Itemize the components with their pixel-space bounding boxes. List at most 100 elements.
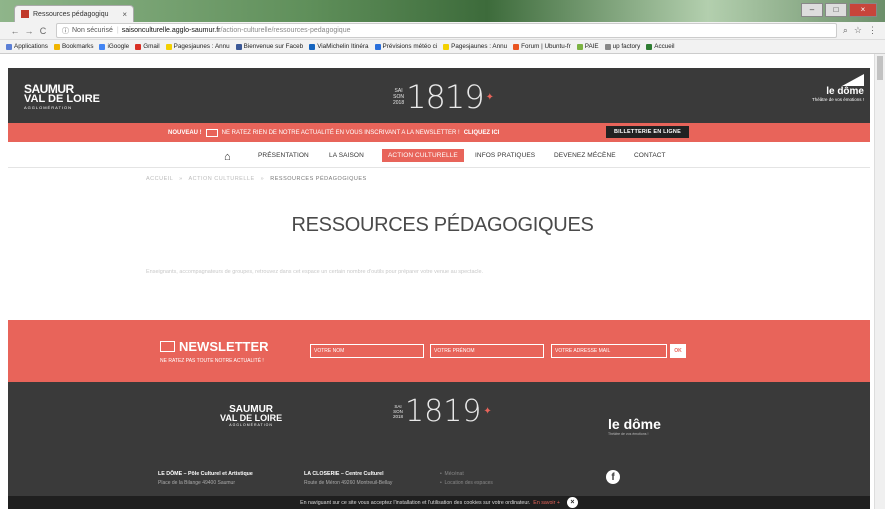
footer-saumur-logo[interactable]: SAUMUR VAL DE LOIRE AGGLOMÉRATION	[220, 404, 282, 427]
url-host: saisonculturelle.agglo-saumur.fr	[121, 27, 221, 34]
bookmark-icon	[309, 43, 316, 50]
bookmark-item[interactable]: Gmail	[135, 43, 160, 50]
bookmark-item[interactable]: PAIE	[576, 43, 599, 50]
footer-season-numbers: 1819	[405, 394, 482, 429]
breadcrumb-separator: »	[260, 176, 265, 182]
bookmark-label: Gmail	[143, 43, 160, 50]
bookmark-item[interactable]: Forum | Ubuntu-fr	[513, 43, 571, 50]
tab-title: Ressources pédagogiqu	[33, 10, 109, 18]
nav-item-contact[interactable]: CONTACT	[634, 152, 666, 159]
browser-titlebar: Ressources pédagogiqu × – □ ×	[0, 0, 885, 22]
bookmark-item[interactable]: ViaMichelin Itinéra	[309, 43, 369, 50]
newsletter-email-input[interactable]: VOTRE ADRESSE MAIL	[551, 344, 667, 358]
bookmark-label: Bienvenue sur Faceb	[243, 43, 304, 50]
announcement-text: NE RATEZ RIEN DE NOTRE ACTUALITÉ EN VOUS…	[221, 129, 460, 136]
bookmark-item[interactable]: Pagesjaunes : Annu	[443, 43, 507, 50]
bookmark-item[interactable]: Accueil	[646, 43, 675, 50]
footer-dome-name: le dôme	[608, 416, 661, 432]
bookmark-icon	[604, 43, 611, 50]
site-header: SAUMUR VAL DE LOIRE AGGLOMÉRATION SAI SO…	[8, 68, 870, 123]
info-icon[interactable]: ⓘ	[62, 26, 69, 36]
newsletter-section: NEWSLETTER NE RATEZ PAS TOUTE NOTRE ACTU…	[8, 320, 870, 382]
saumur-logo[interactable]: SAUMUR VAL DE LOIRE AGGLOMÉRATION	[24, 82, 100, 110]
bookmark-label: iGoogle	[107, 43, 130, 50]
cookie-close-icon[interactable]: ×	[566, 497, 578, 508]
minimize-button[interactable]: –	[801, 3, 823, 17]
footer-saumur-line2: VAL DE LOIRE	[220, 413, 283, 423]
address-bar: ← → C ⓘ Non sécurisé | saisonculturelle.…	[0, 22, 885, 40]
menu-icon[interactable]: ⋮	[868, 25, 877, 36]
facebook-icon[interactable]: f	[606, 470, 620, 484]
page-scrollbar[interactable]	[874, 54, 885, 509]
breadcrumb-parent[interactable]: ACTION CULTURELLE	[188, 176, 254, 182]
season-logo[interactable]: SAI SON 2018 1819 ✦	[393, 78, 494, 116]
announcement-cta-link[interactable]: CLIQUEZ ICI	[464, 130, 500, 136]
bookmark-item[interactable]: Prévisions météo ci	[374, 43, 438, 50]
scrollbar-thumb[interactable]	[877, 56, 883, 80]
nav-divider	[8, 167, 870, 168]
reload-button[interactable]: C	[36, 26, 50, 36]
bookmark-item[interactable]: Pagesjaunes : Annu	[165, 43, 230, 50]
bookmark-icon	[443, 43, 450, 50]
bookmark-icon	[235, 43, 242, 50]
newsletter-name-input[interactable]: VOTRE NOM	[310, 344, 424, 358]
close-window-button[interactable]: ×	[849, 3, 877, 17]
footer-season-small: SAI SON 2018	[393, 404, 403, 419]
saumur-logo-line3: AGGLOMÉRATION	[24, 105, 73, 110]
nav-item-devenez-mecene[interactable]: DEVENEZ MÉCÈNE	[554, 152, 616, 159]
footer-link-mecenat[interactable]: • Mécénat	[440, 470, 493, 479]
cookie-text: En naviguant sur ce site vous acceptez l…	[300, 499, 531, 506]
back-button[interactable]: ←	[8, 26, 22, 36]
url-input[interactable]: ⓘ Non sécurisé | saisonculturelle.agglo-…	[56, 23, 837, 38]
bookmark-label: Prévisions météo ci	[382, 43, 438, 50]
breadcrumb-home[interactable]: ACCUEIL	[146, 176, 173, 182]
site-favicon-icon	[21, 10, 29, 18]
nav-item-action-culturelle[interactable]: ACTION CULTURELLE	[382, 149, 464, 162]
star-icon[interactable]: ☆	[854, 25, 862, 36]
nav-item-presentation[interactable]: PRÉSENTATION	[258, 152, 309, 159]
newsletter-submit-button[interactable]: OK	[670, 344, 686, 358]
bookmark-item[interactable]: Applications	[6, 43, 48, 50]
bookmark-label: Pagesjaunes : Annu	[451, 43, 508, 50]
mail-icon	[160, 341, 175, 352]
home-icon[interactable]: ⌂	[224, 151, 231, 163]
announcement-bar: NOUVEAU ! NE RATEZ RIEN DE NOTRE ACTUALI…	[8, 123, 870, 142]
bookmark-item[interactable]: iGoogle	[99, 43, 129, 50]
newsletter-subtitle: NE RATEZ PAS TOUTE NOTRE ACTUALITÉ !	[160, 358, 264, 364]
footer-links: • Mécénat • Location des espaces	[440, 470, 493, 488]
bookmark-label: Bookmarks	[61, 43, 94, 50]
footer-season-logo[interactable]: SAI SON 2018 1819 ✦	[393, 394, 492, 429]
bookmark-item[interactable]: Bookmarks	[53, 43, 94, 50]
zoom-icon[interactable]: ⌕	[843, 25, 848, 36]
footer-dome-logo[interactable]: le dôme Théâtre de vos émotions !	[608, 416, 661, 436]
tab-close-icon[interactable]: ×	[122, 10, 127, 19]
maximize-button[interactable]: □	[825, 3, 847, 17]
page-title: RESSOURCES PÉDAGOGIQUES	[291, 214, 594, 236]
nav-item-la-saison[interactable]: LA SAISON	[329, 152, 364, 159]
newsletter-firstname-input[interactable]: VOTRE PRÉNOM	[430, 344, 544, 358]
announcement-badge: NOUVEAU !	[168, 129, 202, 136]
ticketing-button[interactable]: BILLETTERIE EN LIGNE	[606, 126, 689, 138]
cookie-learn-more-link[interactable]: En savoir +	[533, 500, 560, 506]
nav-item-infos-pratiques[interactable]: INFOS PRATIQUES	[475, 152, 535, 159]
dome-logo[interactable]: le dôme Théâtre de vos émotions !	[812, 74, 864, 102]
window-controls: – □ ×	[801, 3, 877, 17]
bookmark-icon	[646, 43, 653, 50]
bookmark-item[interactable]: Bienvenue sur Faceb	[235, 43, 304, 50]
bookmark-label: PAIE	[584, 43, 599, 50]
bookmark-label: Accueil	[654, 43, 675, 50]
sparkle-icon: ✦	[483, 406, 492, 417]
bookmarks-bar: Applications Bookmarks iGoogle Gmail Pagesja…	[0, 40, 885, 54]
season-logo-small: SAI SON 2018	[393, 88, 404, 106]
forward-button[interactable]: →	[22, 26, 36, 36]
page-intro: Enseignants, accompagnateurs de groupes,…	[146, 269, 484, 275]
footer-link-location[interactable]: • Location des espaces	[440, 479, 493, 488]
newsletter-heading: NEWSLETTER	[160, 339, 269, 354]
dome-logo-name: le dôme	[826, 86, 864, 97]
footer-saumur-line3: AGGLOMÉRATION	[229, 423, 273, 427]
browser-tab[interactable]: Ressources pédagogiqu ×	[14, 5, 134, 22]
bookmark-item[interactable]: up factory	[604, 43, 641, 50]
bookmark-label: up factory	[612, 43, 641, 50]
footer-col-closerie: LA CLOSERIE – Centre Culturel Route de M…	[304, 470, 392, 488]
bookmark-icon	[165, 43, 172, 50]
